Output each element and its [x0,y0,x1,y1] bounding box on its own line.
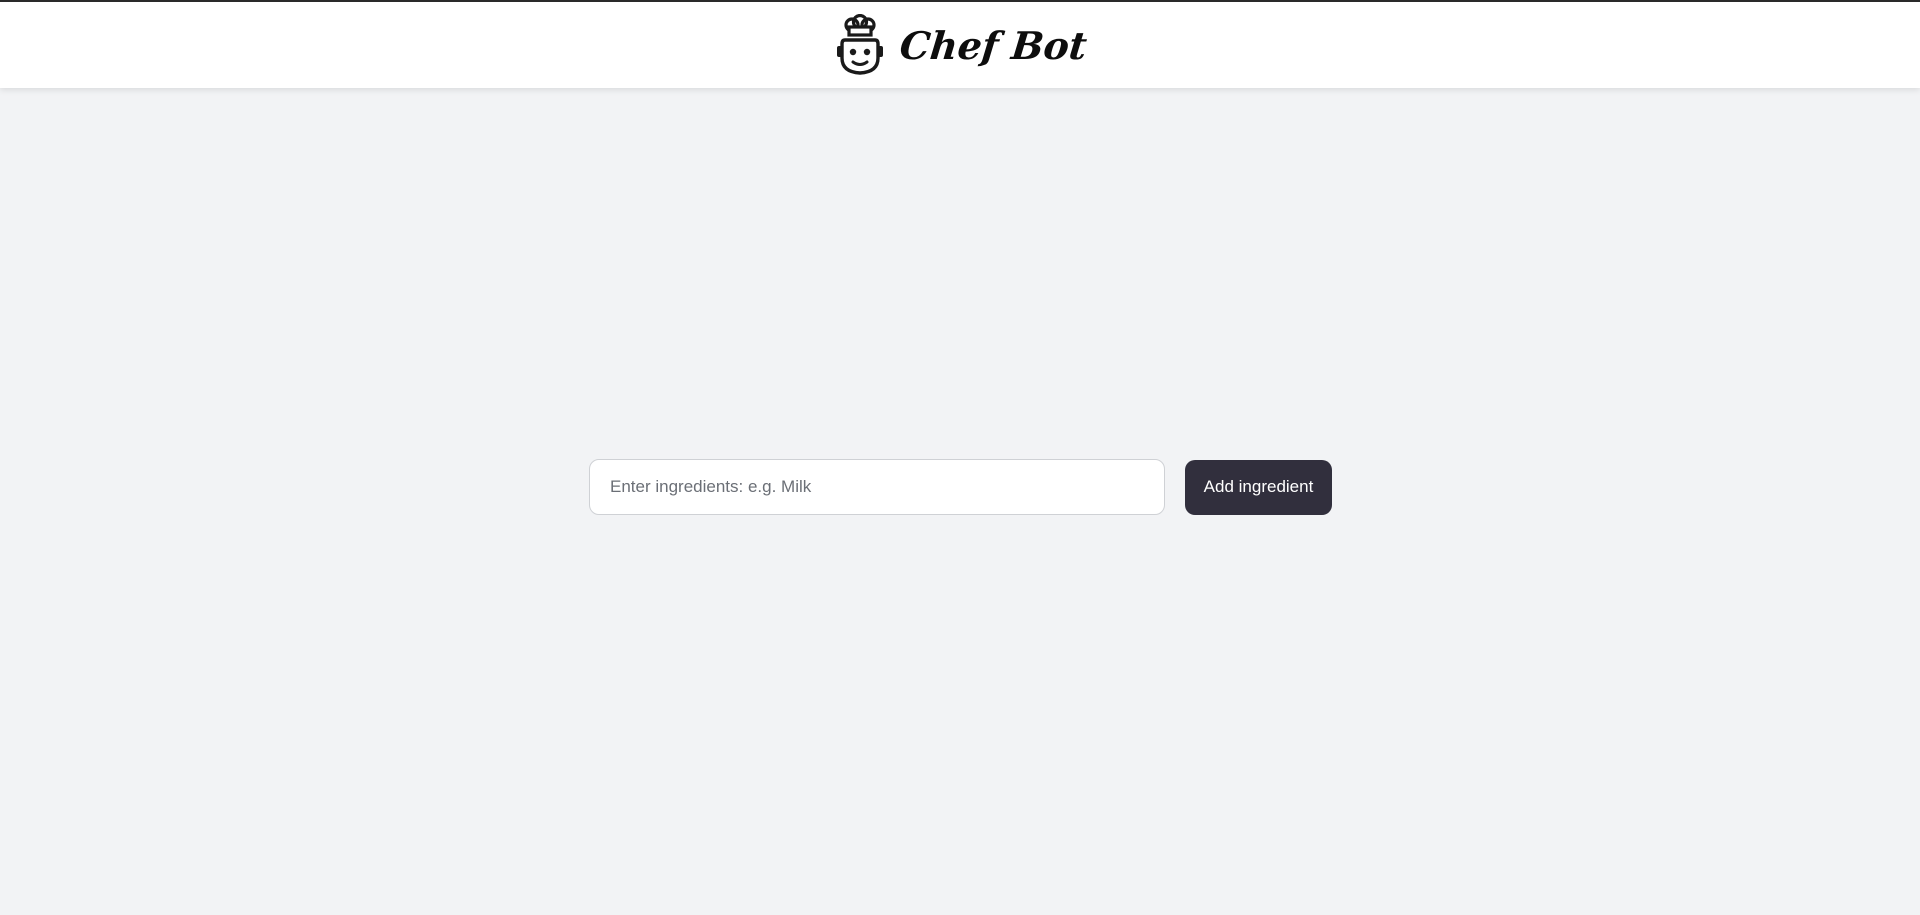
chef-robot-icon [836,14,883,75]
ingredient-input[interactable] [589,459,1165,515]
add-ingredient-button[interactable]: Add ingredient [1185,459,1332,515]
app-header: Chef Bot [0,2,1920,88]
ingredient-form: Add ingredient [589,459,1332,515]
app-title: Chef Bot [897,23,1089,68]
